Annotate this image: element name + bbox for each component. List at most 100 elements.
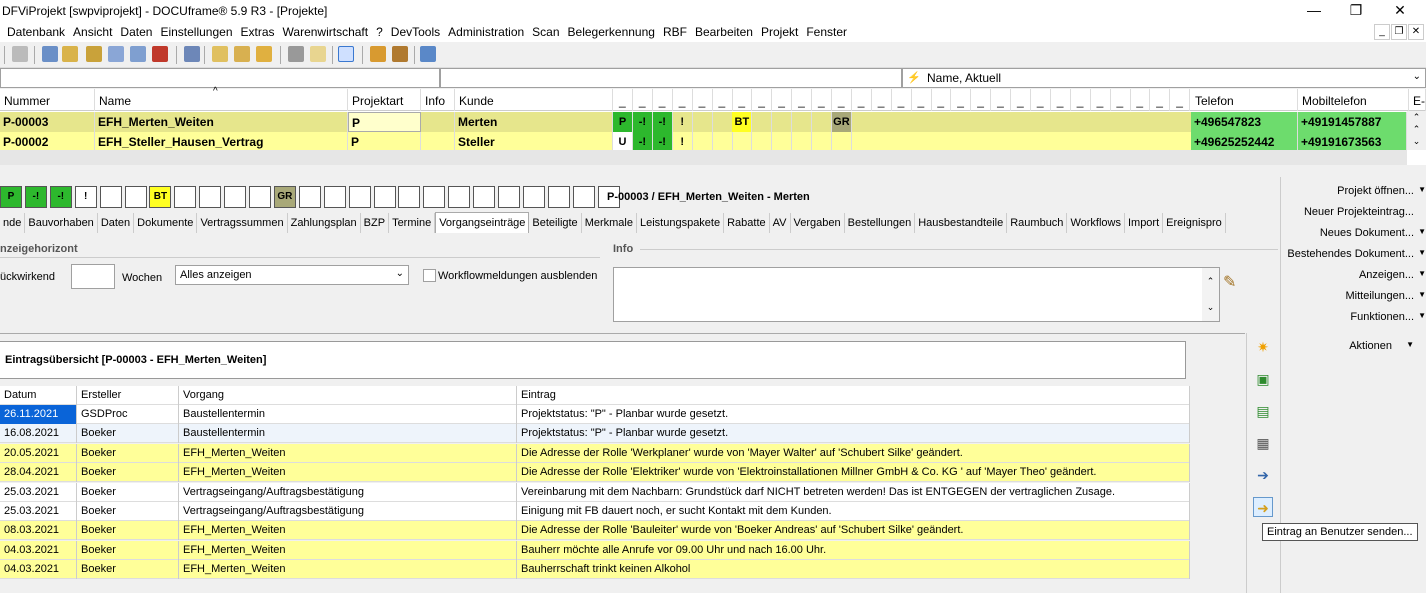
menu-einstellungen[interactable]: Einstellungen — [156, 22, 236, 42]
col-header-kunde[interactable]: Kunde — [455, 89, 613, 111]
menu-daten[interactable]: Daten — [116, 22, 156, 42]
project-row[interactable]: P-00002 EFH_Steller_Hausen_Vertrag P Stelle… — [0, 132, 1407, 152]
col-header-mobiltelefon[interactable]: Mobiltelefon — [1298, 89, 1409, 111]
col-header-flag[interactable]: _ — [1091, 89, 1111, 111]
col-header-flag[interactable]: _ — [1011, 89, 1031, 111]
add-entry-icon[interactable]: ▣ — [1253, 369, 1273, 389]
tab-termine[interactable]: Termine — [389, 213, 436, 233]
tab-av[interactable]: AV — [770, 213, 791, 233]
list-icon[interactable] — [62, 46, 78, 62]
table-row[interactable]: 04.03.2021 Boeker EFH_Merten_Weiten Bauherr… — [0, 540, 1190, 560]
send-to-user-icon[interactable]: ➜ — [1253, 497, 1273, 517]
people-icon[interactable] — [370, 46, 386, 62]
tab-bzp[interactable]: BZP — [361, 213, 390, 233]
tab-zahlungsplan[interactable]: Zahlungsplan — [288, 213, 361, 233]
status-box[interactable]: GR — [273, 186, 296, 208]
col-header-flag[interactable]: _ — [653, 89, 673, 111]
col-header-flag[interactable]: _ — [1051, 89, 1071, 111]
entry-tree-icon[interactable]: ▤ — [1253, 401, 1273, 421]
table-row[interactable]: 25.03.2021 Boeker Vertragseingang/Auftrags… — [0, 482, 1190, 502]
mdi-close-button[interactable]: ✕ — [1408, 24, 1424, 40]
menu-rbf[interactable]: RBF — [659, 22, 691, 42]
status-box[interactable] — [249, 186, 271, 208]
status-box[interactable] — [398, 186, 421, 208]
network-icon[interactable] — [130, 46, 146, 62]
menu-warenwirtschaft[interactable]: Warenwirtschaft — [279, 22, 373, 42]
mitteilungen-button[interactable]: Mitteilungen... ▼ — [1346, 290, 1426, 302]
search-folder-icon[interactable] — [310, 46, 326, 62]
weeks-input[interactable] — [71, 264, 115, 289]
info-textarea[interactable]: ⌃ ⌄ — [613, 267, 1220, 322]
calendar-icon[interactable] — [152, 46, 168, 62]
col-header-flag[interactable]: _ — [633, 89, 653, 111]
tab-ereignispro[interactable]: Ereignispro — [1163, 213, 1226, 233]
col-header-flag[interactable]: _ — [1111, 89, 1131, 111]
anzeigen-button[interactable]: Anzeigen... ▼ — [1359, 269, 1426, 281]
col-header-flag[interactable]: _ — [892, 89, 912, 111]
table-row[interactable]: 26.11.2021 GSDProc Baustellentermin Projekt… — [0, 405, 1190, 424]
table-row[interactable]: 20.05.2021 Boeker EFH_Merten_Weiten Die Adr… — [0, 443, 1190, 463]
status-box[interactable] — [224, 186, 247, 208]
col-header-flag[interactable]: _ — [1071, 89, 1091, 111]
col-header-flag[interactable]: _ — [991, 89, 1012, 111]
display-filter-select[interactable]: Alles anzeigen ⌄ — [175, 265, 409, 285]
menu-belegerkennung[interactable]: Belegerkennung — [564, 22, 659, 42]
col-header-flag[interactable]: _ — [912, 89, 932, 111]
status-box[interactable] — [522, 186, 545, 208]
col-header-projektart[interactable]: Projektart — [348, 89, 421, 111]
menu-extras[interactable]: Extras — [237, 22, 279, 42]
tab-vertragssummen[interactable]: Vertragssummen — [197, 213, 288, 233]
status-box[interactable] — [348, 186, 371, 208]
col-header-flag[interactable]: _ — [673, 89, 693, 111]
col-header-flag[interactable]: _ — [1170, 89, 1191, 111]
tab-workflows[interactable]: Workflows — [1067, 213, 1125, 233]
minimize-button[interactable]: — — [1298, 0, 1330, 22]
tab-raumbuch[interactable]: Raumbuch — [1007, 213, 1068, 233]
close-button[interactable]: ✕ — [1384, 0, 1416, 22]
status-box[interactable] — [473, 186, 496, 208]
settings-icon[interactable] — [108, 46, 124, 62]
neuer-projekteintrag-button[interactable]: Neuer Projekteintrag... — [1304, 206, 1414, 218]
col-header-flag[interactable]: _ — [732, 89, 753, 111]
status-box[interactable]: -! — [24, 186, 47, 208]
tab-rabatte[interactable]: Rabatte — [724, 213, 770, 233]
col-header-eintrag[interactable]: Eintrag — [517, 386, 1190, 405]
tab-dokumente[interactable]: Dokumente — [134, 213, 198, 233]
tab-bestellungen[interactable]: Bestellungen — [845, 213, 916, 233]
view-toggle-icon[interactable] — [338, 46, 354, 62]
folder-icon[interactable] — [86, 46, 102, 62]
pencil-icon[interactable]: ✎ — [1223, 272, 1236, 292]
status-box[interactable] — [423, 186, 446, 208]
tab-hausbestandteile[interactable]: Hausbestandteile — [915, 213, 1008, 233]
bestehendes-dokument-button[interactable]: Bestehendes Dokument... ▼ — [1287, 248, 1426, 260]
col-header-flag[interactable]: _ — [872, 89, 892, 111]
table-row[interactable]: 08.03.2021 Boeker EFH_Merten_Weiten Die Adr… — [0, 521, 1190, 541]
menu-devtools[interactable]: DevTools — [387, 22, 444, 42]
workflow-hide-checkbox[interactable] — [423, 269, 436, 282]
table-row[interactable]: 28.04.2021 Boeker EFH_Merten_Weiten Die Adr… — [0, 463, 1190, 483]
info-scrollbar[interactable]: ⌃ ⌄ — [1202, 268, 1219, 321]
status-box[interactable] — [323, 186, 346, 208]
status-box[interactable] — [199, 186, 222, 208]
col-header-info[interactable]: Info — [421, 89, 455, 111]
workflow-icon[interactable] — [392, 46, 408, 62]
neues-dokument-button[interactable]: Neues Dokument... ▼ — [1320, 227, 1426, 239]
tab-merkmale[interactable]: Merkmale — [582, 213, 637, 233]
mail-icon[interactable] — [234, 46, 250, 62]
tab-bauvorhaben[interactable]: Bauvorhaben — [25, 213, 98, 233]
col-header-flag[interactable]: _ — [693, 89, 713, 111]
status-box[interactable]: ! — [74, 186, 97, 208]
tab-beteiligte[interactable]: Beteiligte — [529, 213, 582, 233]
details-icon[interactable]: ▦ — [1253, 433, 1273, 453]
status-box[interactable]: BT — [149, 186, 172, 208]
status-box[interactable] — [298, 186, 321, 208]
col-header-flag[interactable]: _ — [713, 89, 733, 111]
menu-help[interactable]: ? — [372, 22, 387, 42]
tab-daten[interactable]: Daten — [98, 213, 135, 233]
horizontal-scrollbar[interactable] — [0, 150, 1407, 165]
col-header-ersteller[interactable]: Ersteller — [77, 386, 179, 405]
aktionen-button[interactable]: Aktionen ▼ — [1349, 340, 1414, 352]
col-header-flag[interactable]: _ — [1031, 89, 1051, 111]
export-icon[interactable] — [420, 46, 436, 62]
tab-import[interactable]: Import — [1125, 213, 1164, 233]
